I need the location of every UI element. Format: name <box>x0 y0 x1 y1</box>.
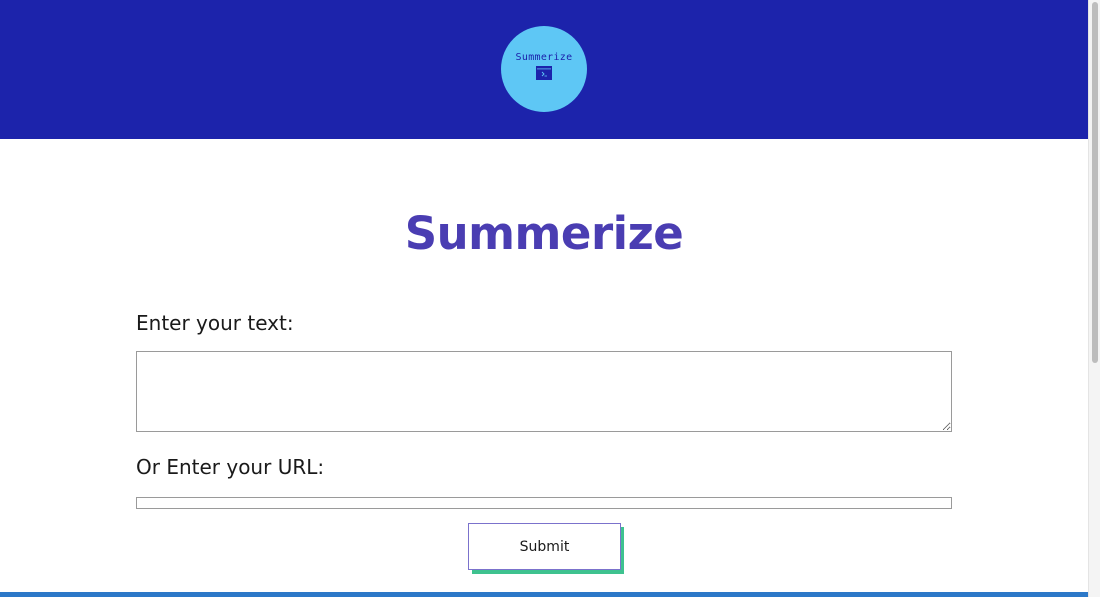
page-scrollbar[interactable] <box>1088 0 1100 597</box>
text-input[interactable] <box>136 351 952 432</box>
scrollbar-thumb[interactable] <box>1092 2 1098 363</box>
page: Summerize Summerize Enter your text: Or … <box>0 0 1100 597</box>
logo-text: Summerize <box>515 52 573 63</box>
url-input[interactable] <box>136 497 952 509</box>
url-input-label: Or Enter your URL: <box>136 455 325 479</box>
terminal-window-icon <box>536 66 552 80</box>
logo[interactable]: Summerize <box>501 26 587 112</box>
site-header: Summerize <box>0 0 1088 139</box>
viewport: Summerize Summerize Enter your text: Or … <box>0 0 1088 597</box>
submit-button[interactable]: Submit <box>468 523 621 570</box>
text-input-label: Enter your text: <box>136 311 294 335</box>
page-title: Summerize <box>404 207 684 260</box>
footer-bar <box>0 592 1088 597</box>
